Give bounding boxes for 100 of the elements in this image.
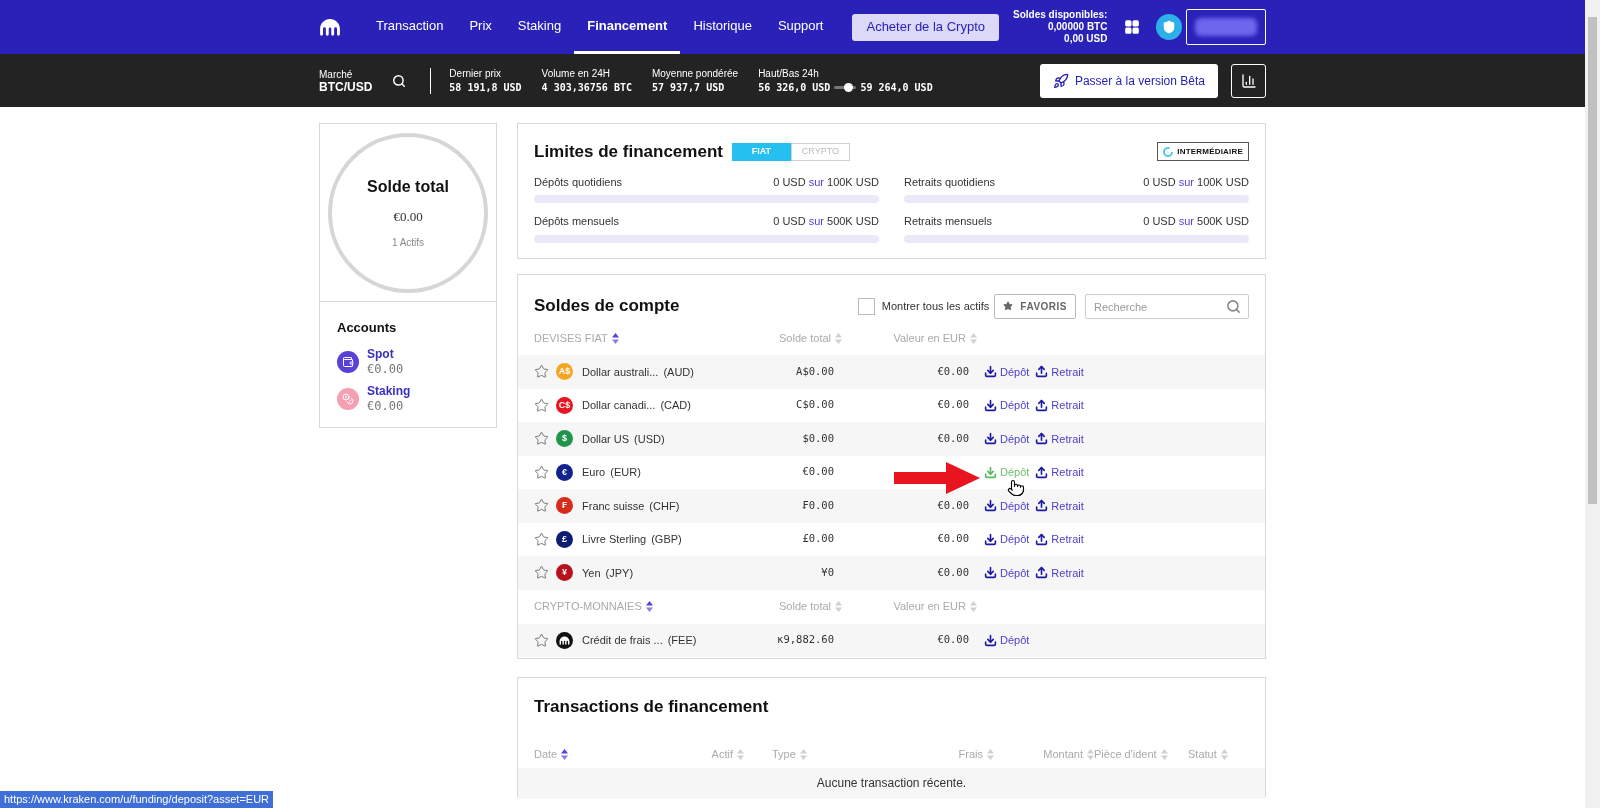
upload-icon (1035, 465, 1049, 479)
account-name: Spot (367, 347, 395, 362)
currency-code: (FEE) (667, 633, 697, 648)
withdraw-link[interactable]: Retrait (1035, 531, 1084, 548)
favorites-button[interactable]: FAVORIS (994, 293, 1076, 319)
star-icon[interactable] (534, 364, 549, 380)
limit-label: Dépôts mensuels (534, 214, 619, 229)
limit-label: Dépôts quotidiens (534, 174, 623, 190)
download-icon (984, 365, 997, 379)
search-field[interactable]: Recherche (1085, 294, 1249, 319)
currency-name: Dollar canadi... (582, 398, 656, 413)
currency-name: Euro (582, 465, 606, 480)
account-value: €0.00 (367, 399, 405, 414)
search-icon[interactable] (392, 73, 407, 88)
withdraw-link[interactable]: Retrait (1035, 430, 1084, 447)
deposit-link[interactable]: Dépôt (984, 632, 1030, 649)
currency-icon: $ (556, 430, 573, 448)
upload-icon (1035, 532, 1049, 546)
currency-name: Dollar US (582, 431, 630, 447)
chart-button[interactable] (1231, 63, 1266, 98)
buy-crypto-button[interactable]: Acheter de la Crypto (852, 13, 999, 41)
deposit-link[interactable]: Dépôt (984, 564, 1030, 581)
account-item[interactable]: Spot €0.00 (337, 343, 479, 381)
withdraw-link[interactable]: Retrait (1035, 497, 1084, 514)
withdraw-link[interactable]: Retrait (1035, 397, 1084, 414)
account-value: €0.00 (367, 362, 404, 377)
withdraw-link[interactable]: Retrait (1035, 464, 1084, 481)
kraken-logo-icon (319, 18, 341, 36)
eur-value: €0.00 (937, 363, 969, 379)
withdraw-link[interactable]: Retrait (1035, 363, 1084, 380)
account-name: Staking (367, 384, 411, 399)
star-icon[interactable] (534, 431, 549, 447)
usd-balance: 0,00 USD (1064, 33, 1108, 45)
nav-tab[interactable]: Historique (680, 0, 765, 54)
currency-icon: A$ (556, 363, 573, 381)
nav-tab[interactable]: Staking (504, 0, 575, 54)
accounts-title: Accounts (337, 319, 398, 337)
account-item[interactable]: Staking €0.00 (337, 380, 479, 418)
star-icon (1003, 301, 1014, 311)
total-balance: κ9,882.60 (776, 632, 835, 648)
star-icon[interactable] (534, 397, 549, 413)
bar-chart-icon (1240, 72, 1257, 89)
apps-grid-icon[interactable] (1124, 19, 1141, 35)
withdraw-link[interactable]: Retrait (1035, 564, 1084, 581)
currency-name: Livre Sterling (582, 532, 647, 547)
currency-icon: C$ (556, 396, 573, 414)
download-icon (984, 465, 997, 479)
eur-value: €0.00 (937, 430, 969, 446)
nav-tab[interactable]: Transaction (363, 0, 457, 54)
account-button[interactable] (1186, 9, 1266, 45)
eur-value: €0.00 (937, 564, 969, 580)
currency-code: (GBP) (651, 532, 682, 547)
beta-version-button[interactable]: Passer à la version Bêta (1039, 63, 1218, 98)
nav-tab[interactable]: Support (764, 0, 837, 54)
eur-value: €0.00 (937, 531, 969, 547)
deposit-link[interactable]: Dépôt (984, 430, 1030, 447)
eur-value: €0.00 (937, 632, 969, 648)
currency-code: (EUR) (610, 465, 641, 480)
currency-icon: £ (556, 530, 573, 548)
total-balance: ₣0.00 (801, 497, 835, 513)
assets-count: 1 Actifs (391, 235, 425, 250)
scrollbar[interactable] (1585, 0, 1600, 808)
deposit-link[interactable]: Dépôt (984, 397, 1030, 414)
download-icon (984, 633, 997, 647)
stat-value: 57 937,7 USD (651, 80, 726, 95)
deposit-link[interactable]: Dépôt (984, 531, 1030, 548)
currency-icon: ₣ (556, 497, 573, 515)
show-all-checkbox[interactable] (857, 297, 875, 315)
market-pair: BTC/USD (319, 80, 373, 94)
transactions-title: Transactions de financement (533, 696, 770, 718)
download-icon (984, 398, 997, 412)
high-value: 59 264,0 USD (860, 80, 933, 95)
deposit-link[interactable]: Dépôt (984, 363, 1030, 380)
star-icon[interactable] (534, 498, 549, 514)
total-balance: ¥0 (820, 564, 835, 580)
total-balance: €0.00 (801, 464, 835, 480)
currency-icon: € (556, 463, 573, 481)
currency-name: Crédit de frais ... (582, 633, 663, 648)
deposit-link[interactable]: Dépôt (984, 497, 1030, 514)
limits-title: Limites de financement (534, 141, 723, 163)
upload-icon (1035, 566, 1049, 580)
nav-tab[interactable]: Prix (456, 0, 505, 54)
stat-label: Haut/Bas 24h (758, 66, 820, 81)
upload-icon (1035, 499, 1049, 513)
currency-name: Yen (582, 565, 601, 581)
currency-code: (CAD) (660, 398, 691, 413)
star-icon[interactable] (534, 632, 549, 648)
stat-label: Dernier prix (449, 66, 503, 81)
star-icon[interactable] (534, 565, 549, 581)
limit-value: 0 USD sur 100K USD (1143, 174, 1249, 190)
status-url: https://www.kraken.com/u/funding/deposit?asset=EUR (0, 791, 274, 808)
shield-icon[interactable] (1156, 14, 1183, 40)
stat-label: Volume en 24H (541, 66, 611, 81)
limit-value: 0 USD sur 500K USD (773, 214, 879, 229)
currency-code: (USD) (634, 431, 665, 447)
star-icon[interactable] (534, 464, 549, 480)
stat-value: 4 303,36756 BTC (541, 80, 632, 95)
eur-value: €0.00 (937, 397, 969, 413)
star-icon[interactable] (534, 531, 549, 547)
download-icon (984, 432, 997, 446)
